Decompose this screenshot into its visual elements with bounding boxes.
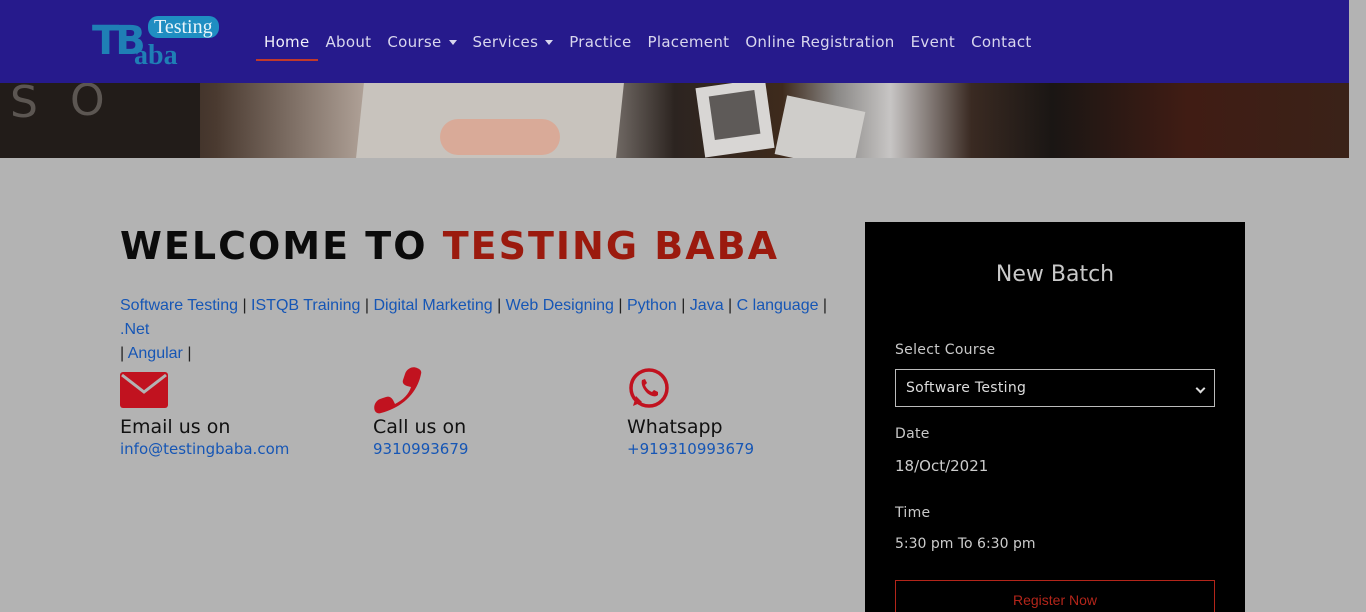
new-batch-title: New Batch (995, 262, 1115, 287)
contact-phone-title: Call us on (373, 416, 467, 438)
nav-about-label: About (325, 32, 372, 51)
nav-home-label: Home (264, 32, 310, 51)
nav-event-label: Event (910, 32, 956, 51)
nav-online-registration[interactable]: Online Registration (737, 0, 902, 83)
course-link[interactable]: Python (627, 297, 677, 314)
nav-contact[interactable]: Contact (963, 0, 1039, 83)
date-label: Date (895, 426, 930, 442)
register-now-button[interactable]: Register Now (895, 580, 1215, 612)
nav-about[interactable]: About (318, 0, 380, 83)
contact-email: Email us on info@testingbaba.com (120, 366, 360, 458)
banner-photo (695, 83, 775, 158)
nav-practice-label: Practice (569, 32, 632, 51)
course-link[interactable]: Java (690, 297, 724, 314)
hero-banner-image: S O (0, 83, 1349, 158)
new-batch-panel: New Batch Select Course Software Testing… (865, 222, 1245, 612)
welcome-brand: TESTING BABA (442, 224, 780, 268)
select-course-label: Select Course (895, 342, 996, 358)
nav-contact-label: Contact (971, 32, 1032, 51)
banner-book: S O (0, 83, 200, 158)
nav-course-label: Course (387, 32, 442, 51)
course-select[interactable]: Software Testing (895, 369, 1215, 407)
date-value: 18/Oct/2021 (895, 457, 989, 475)
chevron-down-icon (448, 40, 457, 45)
nav-course[interactable]: Course (379, 0, 464, 83)
nav-event[interactable]: Event (903, 0, 963, 83)
contact-whatsapp: Whatsapp +919310993679 (627, 366, 867, 458)
email-link[interactable]: info@testingbaba.com (120, 440, 360, 458)
course-links: Software Testing | ISTQB Training | Digi… (120, 297, 828, 362)
chevron-down-icon (1195, 383, 1206, 394)
nav-services[interactable]: Services (465, 0, 562, 83)
nav-menu: Home About Course Services Practice Plac… (256, 0, 1040, 83)
contact-whatsapp-title: Whatsapp (627, 416, 723, 438)
course-link[interactable]: Angular (128, 345, 183, 362)
whatsapp-icon (627, 366, 867, 412)
course-link[interactable]: Digital Marketing (373, 297, 492, 314)
time-label: Time (895, 505, 931, 521)
nav-placement-label: Placement (647, 32, 730, 51)
nav-practice[interactable]: Practice (561, 0, 639, 83)
phone-link[interactable]: 9310993679 (373, 440, 613, 458)
time-value: 5:30 pm To 6:30 pm (895, 536, 1036, 552)
welcome-heading: WELCOME TO TESTING BABA (120, 224, 779, 268)
testing-baba-logo[interactable]: TB Testing aba (92, 16, 222, 71)
nav-services-label: Services (472, 32, 539, 51)
contact-phone: Call us on 9310993679 (373, 366, 613, 458)
course-link[interactable]: .Net (120, 321, 149, 338)
whatsapp-link[interactable]: +919310993679 (627, 440, 867, 458)
nav-online-registration-label: Online Registration (745, 32, 895, 51)
course-select-value: Software Testing (906, 380, 1027, 396)
course-link[interactable]: ISTQB Training (251, 297, 360, 314)
phone-icon (373, 366, 613, 414)
contact-email-title: Email us on (120, 416, 231, 438)
logo-testing: Testing (148, 16, 219, 38)
navbar: TB Testing aba Home About Course Service… (0, 0, 1349, 83)
envelope-icon (120, 366, 360, 412)
logo-aba: aba (134, 40, 178, 71)
course-link[interactable]: Software Testing (120, 297, 238, 314)
nav-placement[interactable]: Placement (640, 0, 738, 83)
nav-home[interactable]: Home (256, 0, 318, 83)
welcome-prefix: WELCOME TO (120, 224, 443, 268)
banner-photo (774, 95, 866, 158)
course-link[interactable]: C language (737, 297, 819, 314)
course-link[interactable]: Web Designing (506, 297, 614, 314)
banner-hand (440, 119, 560, 155)
chevron-down-icon (545, 40, 554, 45)
